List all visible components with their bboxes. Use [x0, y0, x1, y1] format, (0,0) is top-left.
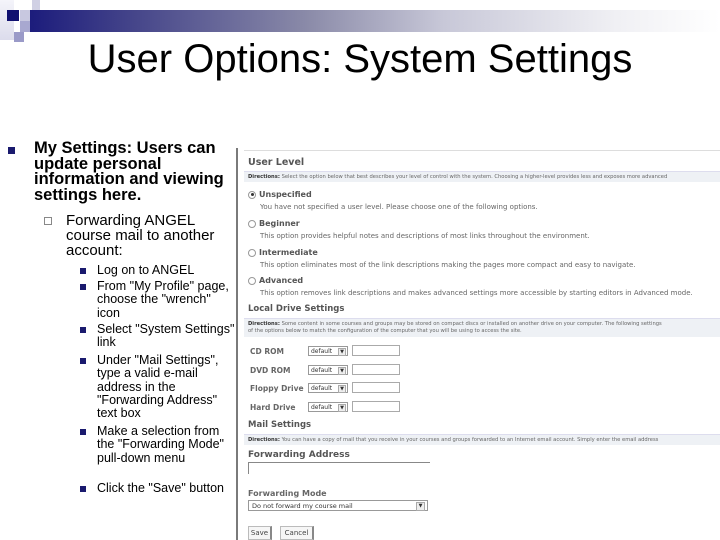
- cd-rom-path-input[interactable]: [352, 345, 400, 356]
- radio-icon[interactable]: [248, 276, 256, 285]
- local-drive-heading: Local Drive Settings: [248, 304, 345, 314]
- forwarding-mode-label: Forwarding Mode: [248, 489, 327, 498]
- square-bullet-icon: [80, 358, 86, 364]
- floppy-drive-select[interactable]: default ▼: [308, 383, 348, 393]
- select-value: default: [311, 385, 333, 392]
- hollow-square-bullet-icon: [44, 217, 52, 225]
- user-level-heading: User Level: [248, 157, 305, 168]
- radio-label: Beginner: [259, 219, 300, 228]
- dropdown-arrow-icon[interactable]: ▼: [338, 367, 346, 375]
- directions-text: Some content in some courses and groups …: [279, 321, 662, 327]
- dvd-rom-select[interactable]: default ▼: [308, 365, 348, 375]
- cd-rom-select[interactable]: default ▼: [308, 346, 348, 356]
- square-bullet-icon: [80, 429, 86, 435]
- bullet-level2-text: Forwarding ANGEL course mail to another …: [66, 212, 215, 259]
- radio-label: Advanced: [259, 276, 304, 285]
- radio-unspecified[interactable]: Unspecified: [248, 190, 312, 199]
- radio-label: Intermediate: [259, 248, 318, 257]
- radio-label: Unspecified: [259, 190, 312, 199]
- cancel-button[interactable]: Cancel: [280, 526, 314, 540]
- decor-square: [32, 0, 40, 10]
- hard-drive-select[interactable]: default ▼: [308, 402, 348, 412]
- select-value: default: [311, 367, 333, 374]
- hard-drive-path-input[interactable]: [352, 401, 400, 412]
- drive-label: Hard Drive: [250, 403, 296, 412]
- user-level-directions: Directions: Select the option below that…: [244, 171, 720, 182]
- directions-label: Directions:: [248, 321, 280, 327]
- radio-description: This option removes link descriptions an…: [260, 289, 693, 297]
- radio-intermediate[interactable]: Intermediate: [248, 248, 318, 257]
- settings-screenshot: User Level Directions: Select the option…: [236, 148, 720, 540]
- divider: [244, 150, 720, 151]
- step-text: Make a selection from the "Forwarding Mo…: [97, 424, 224, 465]
- directions-label: Directions:: [248, 437, 280, 443]
- step-text: Log on to ANGEL: [97, 263, 195, 277]
- radio-description: You have not specified a user level. Ple…: [260, 203, 538, 211]
- step-text: From "My Profile" page, choose the "wren…: [97, 279, 229, 320]
- dvd-rom-path-input[interactable]: [352, 364, 400, 375]
- floppy-drive-path-input[interactable]: [352, 382, 400, 393]
- directions-text: of the options below to match the config…: [248, 328, 522, 334]
- drive-label: CD ROM: [250, 347, 284, 356]
- mail-directions: Directions: You can have a copy of mail …: [244, 434, 720, 445]
- drive-label: Floppy Drive: [250, 384, 304, 393]
- radio-icon[interactable]: [248, 248, 256, 257]
- step-text: Select "System Settings" link: [97, 322, 235, 350]
- square-bullet-icon: [80, 486, 86, 492]
- dropdown-arrow-icon[interactable]: ▼: [338, 404, 346, 412]
- radio-advanced[interactable]: Advanced: [248, 276, 303, 285]
- directions-text: Select the option below that best descri…: [279, 174, 668, 180]
- radio-selected-icon[interactable]: [248, 190, 256, 199]
- header-gradient-bar: [30, 10, 720, 32]
- local-drive-directions: Directions: Some content in some courses…: [244, 318, 720, 337]
- square-bullet-icon: [80, 327, 86, 333]
- step-text: Click the "Save" button: [97, 481, 224, 495]
- dropdown-arrow-icon[interactable]: ▼: [338, 348, 346, 356]
- drive-label: DVD ROM: [250, 366, 291, 375]
- forwarding-mode-select[interactable]: Do not forward my course mail ▼: [248, 500, 428, 511]
- decor-square: [7, 10, 19, 21]
- forwarding-address-input[interactable]: [248, 462, 430, 474]
- radio-description: This option provides helpful notes and d…: [260, 232, 590, 240]
- square-bullet-icon: [80, 268, 86, 274]
- slide-title: User Options: System Settings: [87, 37, 633, 81]
- directions-label: Directions:: [248, 174, 280, 180]
- select-value: Do not forward my course mail: [252, 502, 353, 510]
- step-text: Under "Mail Settings", type a valid e-ma…: [97, 353, 219, 421]
- mail-settings-heading: Mail Settings: [248, 420, 312, 430]
- radio-beginner[interactable]: Beginner: [248, 219, 300, 228]
- directions-text: You can have a copy of mail that you rec…: [279, 437, 659, 443]
- select-value: default: [311, 404, 333, 411]
- square-bullet-icon: [80, 284, 86, 290]
- select-value: default: [311, 348, 333, 355]
- square-bullet-icon: [8, 147, 15, 154]
- bullet-level1-text: My Settings: Users can update personal i…: [34, 140, 234, 203]
- radio-description: This option eliminates most of the link …: [260, 261, 636, 269]
- radio-icon[interactable]: [248, 219, 256, 228]
- save-button[interactable]: Save: [248, 526, 272, 540]
- dropdown-arrow-icon[interactable]: ▼: [416, 502, 425, 511]
- dropdown-arrow-icon[interactable]: ▼: [338, 385, 346, 393]
- forwarding-address-label: Forwarding Address: [248, 450, 350, 460]
